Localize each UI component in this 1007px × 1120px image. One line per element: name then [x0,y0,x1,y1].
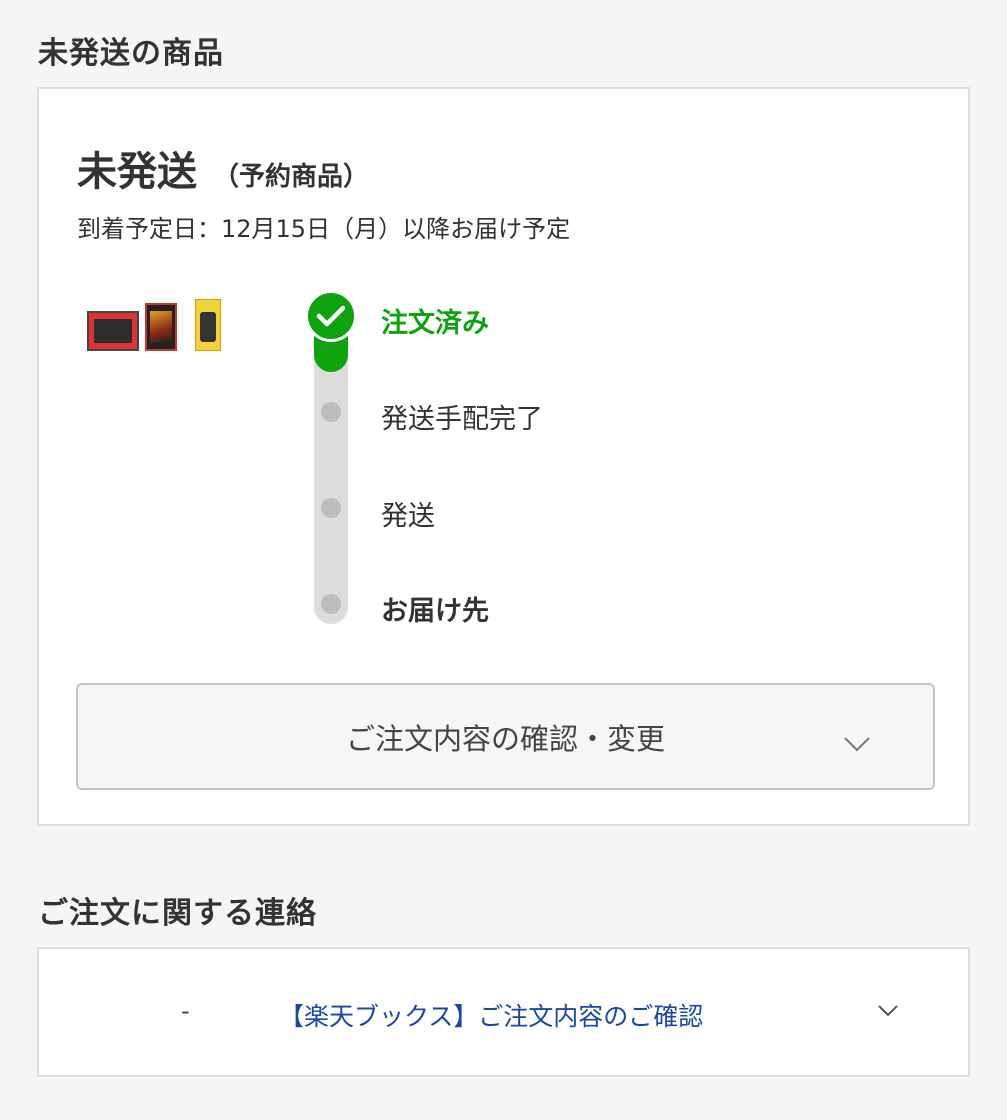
status-heading: 未発送 （予約商品） [77,139,369,197]
message-subject-link[interactable]: 【楽天ブックス】ご注文内容のご確認 [279,997,703,1033]
chevron-down-icon [843,725,871,759]
order-detail-button-label: ご注文内容の確認・変更 [345,721,665,756]
order-detail-button[interactable]: ご注文内容の確認・変更 [76,683,935,790]
message-sender: - [181,997,190,1025]
step-dot-arranged [321,402,341,422]
check-icon [305,290,357,342]
step-label-ordered: 注文済み [381,308,489,339]
product-image-console [87,311,139,351]
contact-card: - 【楽天ブックス】ご注文内容のご確認 [37,947,970,1077]
unshipped-section-title: 未発送の商品 [38,36,224,71]
delivery-estimate: 到着予定日：12月15日（月）以降お届け予定 [77,215,571,243]
step-label-destination: お届け先 [381,596,489,627]
unshipped-order-card: 未発送 （予約商品） 到着予定日：12月15日（月）以降お届け予定 注文済み 発… [37,87,970,826]
product-thumbnails[interactable] [87,299,227,359]
message-row[interactable]: - 【楽天ブックス】ご注文内容のご確認 [39,949,968,1075]
status-label: 未発送 [77,149,197,195]
product-image-accessory [195,299,221,351]
chevron-down-icon[interactable] [877,1003,899,1022]
step-dot-shipped [321,498,341,518]
contact-section-title: ご注文に関する連絡 [38,896,317,931]
preorder-label: （予約商品） [213,162,370,192]
product-image-game [145,303,177,351]
step-dot-delivered [321,594,341,614]
step-label-arranged: 発送手配完了 [381,404,543,435]
step-label-shipped: 発送 [381,501,435,532]
